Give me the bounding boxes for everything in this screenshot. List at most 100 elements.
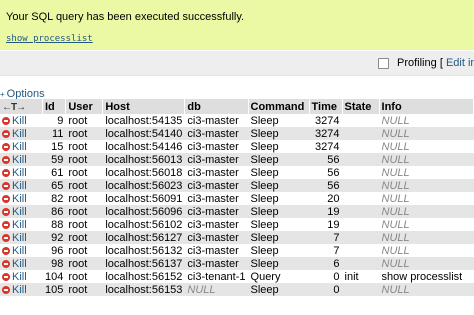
- cell-info: NULL: [379, 192, 474, 205]
- cell-command: Sleep: [248, 205, 310, 218]
- cell-state: init: [342, 270, 380, 283]
- processlist-table: ←T→ Id User Host db Command Time State I…: [0, 99, 474, 296]
- cell-command: Sleep: [248, 140, 310, 153]
- kill-link[interactable]: Kill: [0, 244, 43, 257]
- kill-link[interactable]: Kill: [0, 114, 43, 127]
- kill-label: Kill: [12, 283, 27, 296]
- cell-host: localhost:56023: [102, 179, 185, 192]
- cell-db: ci3-master: [184, 127, 249, 140]
- table-row: Kill 98 root localhost:56137 ci3-master Sleep…: [0, 257, 474, 270]
- profiling-links: Profiling [ Edit inlin: [397, 57, 474, 69]
- cell-user: root: [65, 283, 103, 296]
- cell-state: [342, 114, 380, 127]
- table-row: Kill 92 root localhost:56127 ci3-master Sleep…: [0, 231, 474, 244]
- cell-db: ci3-master: [184, 205, 249, 218]
- kill-link[interactable]: Kill: [0, 127, 43, 140]
- cell-command: Sleep: [248, 153, 310, 166]
- kill-link[interactable]: Kill: [0, 192, 43, 205]
- table-row: Kill 86 root localhost:56096 ci3-master Sleep…: [0, 205, 474, 218]
- column-header-db[interactable]: db: [184, 99, 249, 114]
- cell-id: 88: [42, 218, 66, 231]
- table-row: Kill 104 root localhost:56152 ci3-tenant-1 Qu…: [0, 270, 474, 283]
- cell-user: root: [65, 114, 103, 127]
- column-header-command[interactable]: Command: [248, 99, 310, 114]
- cell-user: root: [65, 179, 103, 192]
- cell-id: 15: [42, 140, 66, 153]
- cell-host: localhost:56018: [102, 166, 185, 179]
- table-row: Kill 82 root localhost:56091 ci3-master Sleep…: [0, 192, 474, 205]
- cell-id: 105: [42, 283, 66, 296]
- cell-user: root: [65, 140, 103, 153]
- table-row: Kill 65 root localhost:56023 ci3-master Sleep…: [0, 179, 474, 192]
- kill-link[interactable]: Kill: [0, 166, 43, 179]
- cell-id: 98: [42, 257, 66, 270]
- kill-link[interactable]: Kill: [0, 179, 43, 192]
- cell-id: 59: [42, 153, 66, 166]
- column-header-info[interactable]: Info: [379, 99, 474, 114]
- cell-command: Sleep: [248, 244, 310, 257]
- cell-command: Sleep: [248, 179, 310, 192]
- kill-link[interactable]: Kill: [0, 218, 43, 231]
- kill-icon: [2, 129, 10, 138]
- cell-info: NULL: [379, 244, 474, 257]
- cell-time: 20: [309, 192, 343, 205]
- column-header-user[interactable]: User: [65, 99, 104, 114]
- cell-time: 3274: [309, 140, 343, 153]
- cell-command: Sleep: [248, 127, 310, 140]
- cell-state: [342, 179, 380, 192]
- sql-query-link[interactable]: show processlist: [6, 34, 93, 44]
- kill-link[interactable]: Kill: [0, 283, 43, 296]
- cell-time: 7: [309, 244, 343, 257]
- cell-host: localhost:56102: [102, 218, 185, 231]
- cell-user: root: [65, 127, 103, 140]
- profiling-label[interactable]: Profiling: [397, 57, 437, 69]
- cell-command: Sleep: [248, 218, 310, 231]
- kill-link[interactable]: Kill: [0, 231, 43, 244]
- cell-db: ci3-master: [184, 218, 249, 231]
- kill-link[interactable]: Kill: [0, 257, 43, 270]
- cell-id: 9: [42, 114, 66, 127]
- cell-info: NULL: [379, 140, 474, 153]
- cell-id: 11: [42, 127, 66, 140]
- column-resize-arrows[interactable]: ←T→: [0, 99, 43, 114]
- kill-icon: [2, 194, 10, 203]
- kill-link[interactable]: Kill: [0, 205, 43, 218]
- cell-info: NULL: [379, 257, 474, 270]
- cell-db: ci3-master: [184, 179, 249, 192]
- cell-id: 92: [42, 231, 66, 244]
- cell-state: [342, 244, 380, 257]
- cell-user: root: [65, 192, 103, 205]
- cell-info: NULL: [379, 114, 474, 127]
- column-header-time[interactable]: Time: [309, 99, 343, 114]
- cell-host: localhost:56137: [102, 257, 185, 270]
- kill-link[interactable]: Kill: [0, 153, 43, 166]
- cell-user: root: [65, 231, 103, 244]
- kill-link[interactable]: Kill: [0, 270, 43, 283]
- cell-host: localhost:54146: [102, 140, 185, 153]
- cell-db: ci3-master: [184, 166, 249, 179]
- cell-time: 0: [309, 270, 343, 283]
- column-header-host[interactable]: Host: [102, 99, 186, 114]
- cell-info: show processlist: [379, 270, 474, 283]
- kill-label: Kill: [12, 153, 27, 166]
- column-header-id[interactable]: Id: [42, 99, 67, 114]
- table-row: Kill 96 root localhost:56132 ci3-master Sleep…: [0, 244, 474, 257]
- table-row: Kill 15 root localhost:54146 ci3-master Sleep…: [0, 140, 474, 153]
- cell-state: [342, 231, 380, 244]
- edit-inline-link[interactable]: Edit inlin: [446, 57, 474, 69]
- kill-link[interactable]: Kill: [0, 140, 43, 153]
- cell-time: 56: [309, 179, 343, 192]
- kill-icon: [2, 155, 10, 164]
- kill-label: Kill: [12, 140, 27, 153]
- column-header-state[interactable]: State: [342, 99, 380, 114]
- cell-user: root: [65, 205, 103, 218]
- kill-icon: [2, 142, 10, 151]
- profiling-checkbox[interactable]: [378, 58, 389, 69]
- kill-label: Kill: [12, 166, 27, 179]
- kill-label: Kill: [12, 257, 27, 270]
- kill-label: Kill: [12, 244, 27, 257]
- table-row: Kill 61 root localhost:56018 ci3-master Sleep…: [0, 166, 474, 179]
- kill-label: Kill: [12, 231, 27, 244]
- cell-state: [342, 192, 380, 205]
- kill-icon: [2, 272, 10, 281]
